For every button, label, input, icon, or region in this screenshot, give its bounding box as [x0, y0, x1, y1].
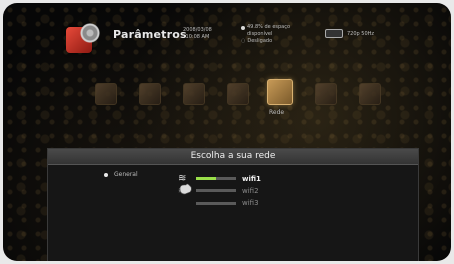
active-menu-label: Rede [269, 109, 285, 116]
menu-icon-3[interactable] [183, 83, 205, 105]
option-general[interactable]: General [104, 171, 138, 178]
menu-icon-1[interactable] [95, 83, 117, 105]
connection-row: ◌ Desligado [241, 38, 290, 45]
settings-app-icon [66, 23, 104, 55]
hdmi-icon [325, 29, 343, 38]
datetime: 2008/03/08 10:08 AM [183, 27, 212, 41]
dialog-title: Escolha a sua rede [48, 149, 418, 165]
gear-icon [80, 23, 100, 43]
tv-screen: Parâmetros 2008/03/08 10:08 AM 49.8% de … [3, 3, 451, 261]
network-dialog: Escolha a sua rede General ≋ wifi1 ≋ wif… [47, 148, 419, 261]
bullet-icon [104, 172, 108, 177]
status-panel: 49.8% de espaço disponível ◌ Desligado [241, 24, 290, 45]
network-icon[interactable] [267, 79, 293, 105]
time-text: 10:08 AM [185, 34, 210, 40]
signal-bar [196, 177, 236, 180]
signal-fill [196, 177, 216, 180]
storage-text: 49.8% de espaço [247, 24, 291, 30]
page-title: Parâmetros [113, 28, 187, 41]
storage-icon [241, 25, 245, 30]
menu-icon-6[interactable] [315, 83, 337, 105]
storage-row: 49.8% de espaço [241, 24, 290, 31]
option-label: General [114, 171, 138, 178]
hand-cursor-icon [179, 183, 192, 195]
hdmi-label: 720p 50Hz [347, 30, 375, 37]
date-text: 2008/03/08 [183, 27, 212, 33]
video-output: 720p 50Hz [325, 29, 374, 38]
network-item-wifi3[interactable]: wifi3 [178, 199, 259, 207]
menu-icon-7[interactable] [359, 83, 381, 105]
network-name: wifi1 [242, 174, 261, 183]
menu-icon-4[interactable] [227, 83, 249, 105]
network-name: wifi2 [242, 186, 259, 195]
network-name: wifi3 [242, 199, 259, 207]
signal-bar [196, 201, 236, 205]
connection-text: Desligado [247, 38, 273, 44]
signal-bar [196, 189, 236, 192]
menu-icon-2[interactable] [139, 83, 161, 105]
storage-text-2: disponível [247, 31, 273, 37]
connection-icon: ◌ [241, 38, 246, 44]
